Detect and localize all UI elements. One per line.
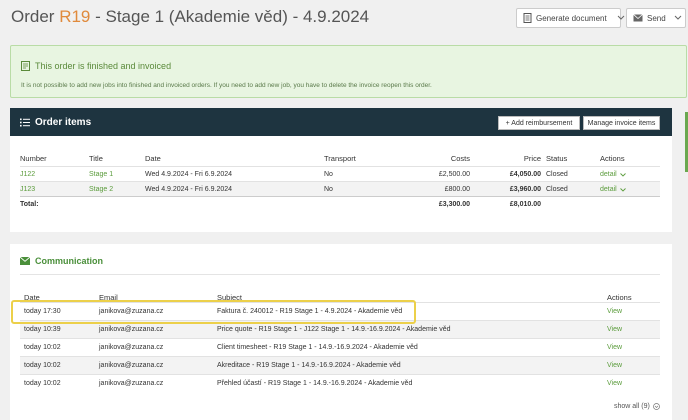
- column-costs: Costs: [450, 154, 470, 163]
- order-items-table-header: Number Title Date Transport Costs Price …: [10, 152, 672, 166]
- column-email: Email: [99, 293, 118, 302]
- chevron-down-icon: [619, 172, 626, 177]
- generate-document-button[interactable]: Generate document: [516, 8, 625, 28]
- view-link[interactable]: View: [607, 380, 622, 387]
- message-email: janikova@zuzana.cz: [99, 326, 164, 333]
- detail-label: detail: [600, 186, 617, 193]
- manage-invoice-items-button[interactable]: Manage invoice items: [583, 116, 660, 130]
- column-transport: Transport: [324, 154, 356, 163]
- communication-title-text: Communication: [35, 256, 104, 266]
- detail-dropdown[interactable]: detail: [600, 171, 626, 178]
- message-subject: Akreditace - R19 Stage 1 - 14.9.-16.9.20…: [217, 362, 401, 369]
- message-email: janikova@zuzana.cz: [99, 362, 164, 369]
- notice-title: This order is finished and invoiced: [21, 61, 171, 71]
- view-link[interactable]: View: [607, 344, 622, 351]
- total-costs: £3,300.00: [438, 201, 470, 208]
- column-subject: Subject: [217, 293, 243, 302]
- message-subject: Client timesheet - R19 Stage 1 - 14.9.-1…: [217, 344, 418, 351]
- table-row: today 17:30 janikova@zuzana.cz Faktura č…: [20, 302, 660, 320]
- envelope-icon: [20, 257, 30, 265]
- invoiced-notice: This order is finished and invoiced It i…: [10, 45, 687, 98]
- table-row: today 10:02 janikova@zuzana.cz Přehled ú…: [20, 374, 660, 392]
- order-items-title-text: Order items: [35, 117, 92, 128]
- chevron-down-icon: [619, 187, 626, 192]
- page-title: Order R19 - Stage 1 (Akademie věd) - 4.9…: [11, 7, 369, 27]
- job-price: £4,050.00: [509, 171, 541, 178]
- invoice-icon: [21, 61, 30, 71]
- table-row: J123 Stage 2 Wed 4.9.2024 - Fri 6.9.2024…: [20, 181, 660, 196]
- chevron-down-icon: [674, 15, 682, 20]
- title-prefix: Order: [11, 7, 60, 26]
- message-subject: Přehled účastí - R19 Stage 1 - 14.9.-16.…: [217, 380, 413, 387]
- column-actions: Actions: [607, 293, 632, 302]
- detail-dropdown[interactable]: detail: [600, 186, 626, 193]
- job-number-link[interactable]: J122: [20, 171, 35, 178]
- communication-panel: Communication Date Email Subject Actions…: [10, 244, 672, 420]
- column-number: Number: [20, 154, 47, 163]
- table-row: today 10:02 janikova@zuzana.cz Akreditac…: [20, 356, 660, 374]
- message-date: today 10:39: [24, 326, 61, 333]
- job-date: Wed 4.9.2024 - Fri 6.9.2024: [145, 171, 233, 178]
- view-link[interactable]: View: [607, 362, 622, 369]
- view-link[interactable]: View: [607, 308, 622, 315]
- column-status: Status: [546, 154, 568, 163]
- column-title: Title: [89, 154, 103, 163]
- divider: [20, 274, 660, 275]
- total-row: Total: £3,300.00 £8,010.00: [20, 196, 660, 211]
- order-items-title: Order items: [20, 117, 91, 128]
- send-label: Send: [647, 13, 666, 23]
- table-row: today 10:02 janikova@zuzana.cz Client ti…: [20, 338, 660, 356]
- job-status: Closed: [546, 171, 568, 178]
- column-actions: Actions: [600, 154, 625, 163]
- job-transport: No: [324, 171, 333, 178]
- view-link[interactable]: View: [607, 326, 622, 333]
- total-label: Total:: [20, 201, 39, 208]
- message-subject: Faktura č. 240012 - R19 Stage 1 - 4.9.20…: [217, 308, 403, 315]
- message-subject: Price quote - R19 Stage 1 - J122 Stage 1…: [217, 326, 451, 333]
- message-date: today 17:30: [24, 308, 61, 315]
- column-date: Date: [24, 293, 40, 302]
- job-title-link[interactable]: Stage 2: [89, 186, 113, 193]
- job-costs: £800.00: [444, 186, 470, 193]
- job-title-link[interactable]: Stage 1: [89, 171, 113, 178]
- message-email: janikova@zuzana.cz: [99, 308, 164, 315]
- table-row: J122 Stage 1 Wed 4.9.2024 - Fri 6.9.2024…: [20, 166, 660, 181]
- title-suffix: - Stage 1 (Akademie věd) - 4.9.2024: [90, 7, 370, 26]
- order-code: R19: [59, 7, 91, 26]
- generate-document-label: Generate document: [536, 13, 607, 23]
- order-items-header: Order items + Add reimbursement Manage i…: [10, 108, 672, 136]
- job-price: £3,960.00: [509, 186, 541, 193]
- show-all-button[interactable]: show all (9): [614, 403, 660, 410]
- total-price: £8,010.00: [509, 201, 541, 208]
- list-icon: [20, 118, 30, 127]
- chevron-down-icon: [617, 15, 625, 20]
- job-status: Closed: [546, 186, 568, 193]
- envelope-icon: [633, 14, 643, 22]
- notice-title-text: This order is finished and invoiced: [35, 61, 172, 71]
- message-date: today 10:02: [24, 362, 61, 369]
- communication-title: Communication: [20, 256, 103, 266]
- message-email: janikova@zuzana.cz: [99, 344, 164, 351]
- order-items-panel: Order items + Add reimbursement Manage i…: [10, 108, 672, 232]
- notice-text: It is not possible to add new jobs into …: [21, 82, 432, 89]
- job-costs: £2,500.00: [438, 171, 470, 178]
- page-header: Order R19 - Stage 1 (Akademie věd) - 4.9…: [0, 0, 688, 40]
- job-number-link[interactable]: J123: [20, 186, 35, 193]
- communication-table-header: Date Email Subject Actions: [10, 289, 672, 302]
- add-reimbursement-button[interactable]: + Add reimbursement: [498, 116, 580, 130]
- column-price: Price: [523, 154, 541, 163]
- document-icon: [523, 13, 532, 23]
- message-date: today 10:02: [24, 344, 61, 351]
- job-date: Wed 4.9.2024 - Fri 6.9.2024: [145, 186, 233, 193]
- job-transport: No: [324, 186, 333, 193]
- show-all-label: show all (9): [614, 403, 650, 410]
- table-row: today 10:39 janikova@zuzana.cz Price quo…: [20, 320, 660, 338]
- column-date: Date: [145, 154, 161, 163]
- chevron-down-icon: [652, 403, 660, 410]
- message-email: janikova@zuzana.cz: [99, 380, 164, 387]
- message-date: today 10:02: [24, 380, 61, 387]
- send-button[interactable]: Send: [626, 8, 686, 28]
- detail-label: detail: [600, 171, 617, 178]
